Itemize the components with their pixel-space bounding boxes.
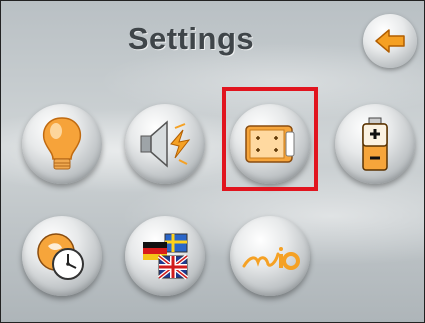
back-arrow-icon: [375, 29, 405, 53]
settings-screen: Settings: [0, 0, 425, 323]
selection-highlight: [222, 87, 318, 191]
language-button[interactable]: [125, 216, 205, 296]
brightness-button[interactable]: [22, 104, 102, 184]
back-button[interactable]: [363, 14, 417, 68]
power-button[interactable]: [335, 104, 415, 184]
clock-icon: [37, 233, 84, 280]
about-button[interactable]: [230, 216, 310, 296]
lightbulb-icon: [42, 117, 82, 170]
mio-logo-icon: [242, 247, 300, 270]
time-button[interactable]: [22, 216, 102, 296]
page-title: Settings: [127, 21, 255, 56]
flags-icon: [143, 233, 189, 280]
speaker-icon: [140, 120, 191, 168]
volume-button[interactable]: [125, 104, 205, 184]
battery-icon: [362, 117, 388, 171]
